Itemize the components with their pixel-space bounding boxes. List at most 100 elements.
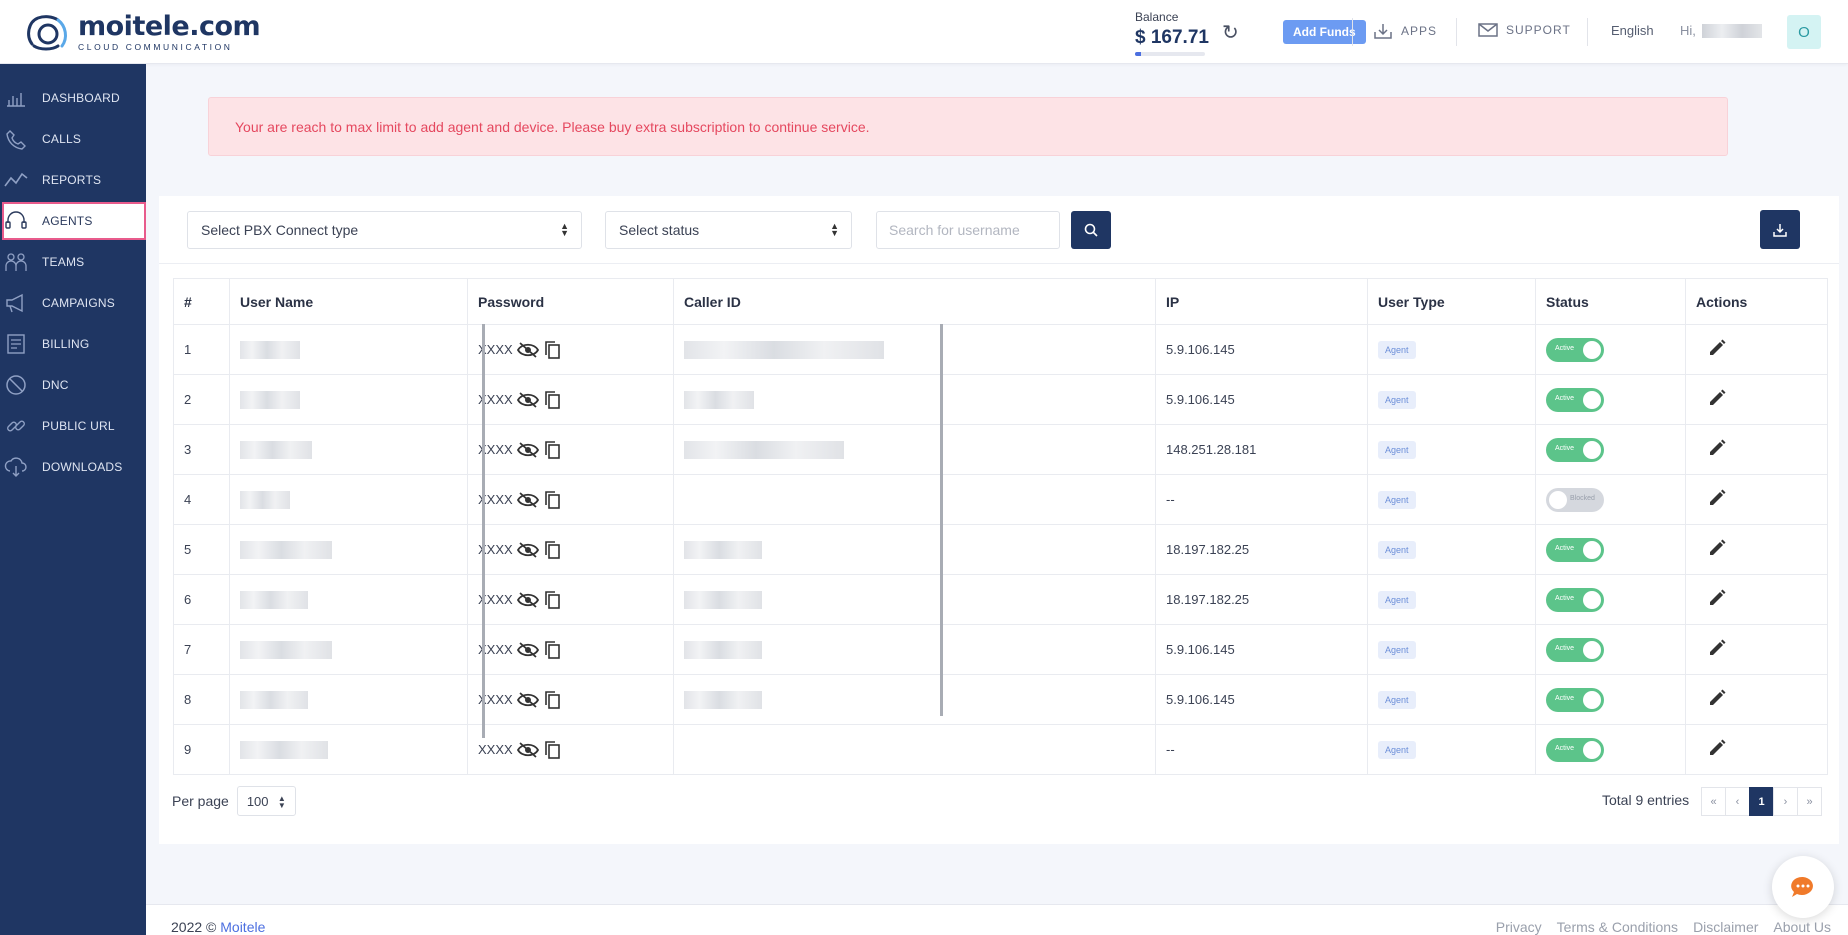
edit-icon[interactable] [1708,739,1726,757]
eye-off-icon[interactable] [516,441,539,458]
edit-icon[interactable] [1708,689,1726,707]
privacy-link[interactable]: Privacy [1496,919,1542,935]
eye-off-icon[interactable] [516,541,539,558]
balance-widget: Balance $ 167.71 [1135,10,1209,56]
apps-link[interactable]: APPS [1373,22,1437,40]
pbx-type-select[interactable]: Select PBX Connect type ▲ ▼ [187,211,582,249]
sidebar-item-dnc[interactable]: DNC [4,366,146,404]
actions-cell [1685,574,1828,625]
header-divider [1456,18,1457,46]
per-page-select[interactable]: 100 ▲ ▼ [236,786,296,816]
sidebar-item-calls[interactable]: CALLS [4,120,146,158]
sidebar-item-teams[interactable]: TEAMS [4,243,146,281]
brand-logo[interactable]: moitele.com CLOUD COMMUNICATION [22,10,261,54]
ip-cell: 5.9.106.145 [1155,324,1368,375]
terms-link[interactable]: Terms & Conditions [1557,919,1678,935]
next-page-button[interactable]: › [1773,787,1798,816]
status-toggle[interactable]: Active [1546,737,1604,762]
chat-widget-button[interactable] [1772,856,1834,918]
reports-icon [4,168,28,192]
support-link[interactable]: SUPPORT [1478,22,1571,38]
export-button[interactable] [1760,210,1800,249]
scrollbar[interactable] [482,324,485,738]
edit-icon[interactable] [1708,639,1726,657]
edit-icon[interactable] [1708,339,1726,357]
ip-cell: 5.9.106.145 [1155,624,1368,675]
last-page-button[interactable]: » [1797,787,1822,816]
copy-icon[interactable] [543,540,561,560]
status-toggle[interactable]: Active [1546,387,1604,412]
username-cell [229,474,468,525]
status-toggle-label: Active [1555,694,1575,702]
language-selector[interactable]: English [1611,23,1654,38]
copy-icon[interactable] [543,640,561,660]
avatar[interactable]: O [1787,15,1821,49]
disclaimer-link[interactable]: Disclaimer [1693,919,1758,935]
eye-off-icon[interactable] [516,491,539,508]
sidebar: DASHBOARD CALLS REPORTS AGENTS TEAMS CAM… [0,64,146,935]
username-cell [229,574,468,625]
eye-off-icon[interactable] [516,641,539,658]
eye-off-icon[interactable] [516,691,539,708]
status-toggle-label: Active [1555,644,1575,652]
edit-icon[interactable] [1708,389,1726,407]
sidebar-item-agents[interactable]: AGENTS [2,202,146,240]
copy-icon[interactable] [543,690,561,710]
search-button[interactable] [1071,211,1111,249]
status-cell: Blocked [1535,474,1686,525]
apps-label: APPS [1401,24,1438,38]
status-toggle[interactable]: Active [1546,687,1604,712]
status-toggle[interactable]: Active [1546,587,1604,612]
company-link[interactable]: Moitele [220,919,265,935]
caller-id-cell [673,624,1156,675]
eye-off-icon[interactable] [516,391,539,408]
status-toggle-label: Active [1555,444,1575,452]
user-greeting[interactable]: Hi, [1680,23,1762,38]
copy-icon[interactable] [543,590,561,610]
eye-off-icon[interactable] [516,341,539,358]
ip-cell: 148.251.28.181 [1155,424,1368,475]
status-toggle[interactable]: Active [1546,337,1604,362]
sidebar-item-reports[interactable]: REPORTS [4,161,146,199]
eye-off-icon[interactable] [516,741,539,758]
refresh-icon[interactable]: ↻ [1222,20,1239,45]
prev-page-button[interactable]: ‹ [1725,787,1750,816]
sidebar-item-downloads[interactable]: DOWNLOADS [4,448,146,486]
sidebar-item-campaigns[interactable]: CAMPAIGNS [4,284,146,322]
balance-label: Balance [1135,10,1179,24]
copy-icon[interactable] [543,390,561,410]
sidebar-item-dashboard[interactable]: DASHBOARD [4,79,146,117]
row-number: 3 [173,424,230,475]
scrollbar[interactable] [940,324,943,716]
user-type-badge: Agent [1378,440,1416,459]
copy-icon[interactable] [543,340,561,360]
status-toggle[interactable]: Active [1546,637,1604,662]
ip-cell: 5.9.106.145 [1155,374,1368,425]
edit-icon[interactable] [1708,439,1726,457]
redacted-username [1701,23,1762,38]
username-search-input[interactable] [876,211,1060,249]
first-page-button[interactable]: « [1701,787,1726,816]
megaphone-icon [4,291,28,315]
page-button-current[interactable]: 1 [1749,787,1774,816]
sidebar-item-public-url[interactable]: PUBLIC URL [4,407,146,445]
add-funds-button[interactable]: Add Funds [1283,20,1366,44]
status-toggle[interactable]: Blocked [1546,487,1604,512]
password-cell: XXXX [467,724,674,775]
status-toggle[interactable]: Active [1546,437,1604,462]
status-toggle-label: Active [1555,594,1575,602]
toggle-knob [1583,390,1601,409]
status-select[interactable]: Select status ▲ ▼ [605,211,852,249]
edit-icon[interactable] [1708,589,1726,607]
about-link[interactable]: About Us [1773,919,1831,935]
subscription-limit-alert: Your are reach to max limit to add agent… [208,97,1728,156]
copy-icon[interactable] [543,440,561,460]
edit-icon[interactable] [1708,489,1726,507]
copy-icon[interactable] [543,490,561,510]
edit-icon[interactable] [1708,539,1726,557]
sidebar-item-billing[interactable]: BILLING [4,325,146,363]
status-toggle[interactable]: Active [1546,537,1604,562]
toggle-knob [1583,540,1601,559]
eye-off-icon[interactable] [516,591,539,608]
copy-icon[interactable] [543,740,561,760]
